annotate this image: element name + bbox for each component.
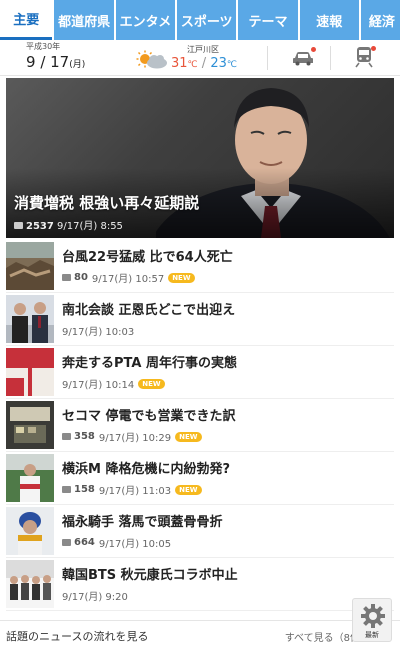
tab-sports[interactable]: スポーツ: [177, 0, 237, 40]
car-icon: [293, 52, 313, 66]
comment-icon: [14, 222, 23, 229]
news-time: 9/17(月) 10:05: [98, 539, 172, 550]
news-item[interactable]: 台風22号猛威 比で64人死亡 80 9/17(月) 10:57 NEW: [6, 240, 394, 293]
era-year: 平成30年: [26, 42, 61, 51]
weather-area: 江戸川区: [187, 45, 219, 54]
temp-separator: /: [201, 56, 207, 71]
divider: [330, 46, 331, 70]
temp-low: 23: [210, 56, 227, 71]
news-thumbnail: [6, 560, 54, 608]
news-thumbnail: [6, 295, 54, 343]
tab-prefectures[interactable]: 都道府県: [54, 0, 114, 40]
news-meta: 664 9/17(月) 10:05: [62, 535, 171, 550]
news-item[interactable]: 横浜M 降格危機に内紛勃発? 158 9/17(月) 11:03 NEW: [6, 452, 394, 505]
new-badge: NEW: [175, 484, 202, 495]
temp-low-unit: ℃: [226, 60, 237, 70]
hero-article[interactable]: 消費増税 根強い再々延期説 2537 9/17(月) 8:55: [6, 78, 394, 238]
news-list: 台風22号猛威 比で64人死亡 80 9/17(月) 10:57 NEW 南北会談 …: [6, 240, 394, 611]
temperature-range: 31℃ / 23℃: [171, 56, 237, 71]
temp-high: 31: [171, 56, 188, 71]
comment-icon: [62, 539, 71, 546]
comment-icon: [62, 433, 71, 440]
news-title: 南北会談 正恩氏どこで出迎え: [62, 303, 236, 318]
tab-economy[interactable]: 経済: [360, 0, 400, 40]
news-thumbnail: [6, 401, 54, 449]
date-display: 平成30年 9 / 17(月): [26, 42, 85, 75]
news-meta: 80 9/17(月) 10:57 NEW: [62, 270, 195, 285]
sun-cloud-icon: [136, 50, 167, 69]
news-item[interactable]: 南北会談 正恩氏どこで出迎え 9/17(月) 10:03: [6, 293, 394, 346]
news-meta: 9/17(月) 10:03: [62, 323, 134, 338]
hero-title: 消費増税 根強い再々延期説: [14, 194, 200, 212]
news-time: 9/17(月) 11:03: [98, 486, 172, 497]
train-info-button[interactable]: [355, 46, 376, 72]
news-title: 韓国BTS 秋元康氏コラボ中止: [62, 568, 238, 583]
news-item[interactable]: セコマ 停電でも営業できた訳 358 9/17(月) 10:29 NEW: [6, 399, 394, 452]
tab-main[interactable]: 主要: [0, 0, 53, 40]
news-title: セコマ 停電でも営業できた訳: [62, 409, 236, 424]
news-time: 9/17(月) 10:57: [91, 274, 165, 285]
temp-high-unit: ℃: [187, 60, 198, 70]
news-meta: 158 9/17(月) 11:03 NEW: [62, 482, 202, 497]
comment-icon: [62, 274, 71, 281]
news-thumbnail: [6, 507, 54, 555]
month-day: 9 / 17(月): [26, 53, 86, 71]
comment-icon: [62, 486, 71, 493]
tab-theme[interactable]: テーマ: [238, 0, 298, 40]
topic-flow-link[interactable]: 話題のニュースの流れを見る: [6, 628, 148, 644]
news-meta: 9/17(月) 10:14 NEW: [62, 376, 165, 391]
category-tabs: 主要 都道府県 エンタメ スポーツ テーマ 速報 経済: [0, 0, 400, 40]
train-alert-dot: [371, 46, 376, 51]
day: 17: [50, 53, 70, 71]
tab-entertainment[interactable]: エンタメ: [115, 0, 176, 40]
news-title: 台風22号猛威 比で64人死亡: [62, 250, 233, 265]
news-title: 福永騎手 落馬で頭蓋骨骨折: [62, 515, 223, 530]
news-time: 9/17(月) 10:14: [62, 380, 135, 391]
news-title: 横浜M 降格危機に内紛勃発?: [62, 462, 231, 477]
news-meta: 358 9/17(月) 10:29 NEW: [62, 429, 202, 444]
comment-count: 80: [74, 272, 88, 283]
new-badge: NEW: [138, 378, 165, 389]
tab-breaking[interactable]: 速報: [299, 0, 359, 40]
new-badge: NEW: [168, 272, 195, 283]
hero-time: 9/17(月) 8:55: [57, 221, 123, 232]
latest-button-label: 最新: [365, 631, 379, 639]
divider: [267, 46, 268, 70]
comment-count: 158: [74, 484, 95, 495]
news-thumbnail: [6, 348, 54, 396]
traffic-button[interactable]: [292, 47, 316, 70]
news-item[interactable]: 福永騎手 落馬で頭蓋骨骨折 664 9/17(月) 10:05: [6, 505, 394, 558]
comment-count: 358: [74, 431, 95, 442]
news-item[interactable]: 韓国BTS 秋元康氏コラボ中止 9/17(月) 9:20: [6, 558, 394, 611]
hero-comment-count: 2537: [26, 221, 54, 232]
news-thumbnail: [6, 454, 54, 502]
traffic-alert-dot: [311, 47, 316, 52]
news-time: 9/17(月) 10:03: [62, 327, 135, 338]
topic-footer: 話題のニュースの流れを見る すべて見る（8件）: [0, 620, 400, 650]
news-item[interactable]: 奔走するPTA 周年行事の実態 9/17(月) 10:14 NEW: [6, 346, 394, 399]
news-thumbnail: [6, 242, 54, 290]
news-meta: 9/17(月) 9:20: [62, 588, 128, 603]
news-time: 9/17(月) 10:29: [98, 433, 172, 444]
month: 9: [26, 53, 36, 71]
hero-meta: 2537 9/17(月) 8:55: [14, 217, 123, 232]
gear-icon: [361, 604, 385, 628]
new-badge: NEW: [175, 431, 202, 442]
info-bar: 平成30年 9 / 17(月) 江戸川区 31℃ / 23℃: [0, 40, 400, 76]
comment-count: 664: [74, 537, 95, 548]
news-time: 9/17(月) 9:20: [62, 592, 128, 603]
news-title: 奔走するPTA 周年行事の実態: [62, 356, 237, 371]
weather-widget[interactable]: 江戸川区 31℃ / 23℃: [135, 44, 255, 74]
weekday: (月): [69, 60, 86, 70]
latest-button[interactable]: 最新: [352, 598, 392, 642]
